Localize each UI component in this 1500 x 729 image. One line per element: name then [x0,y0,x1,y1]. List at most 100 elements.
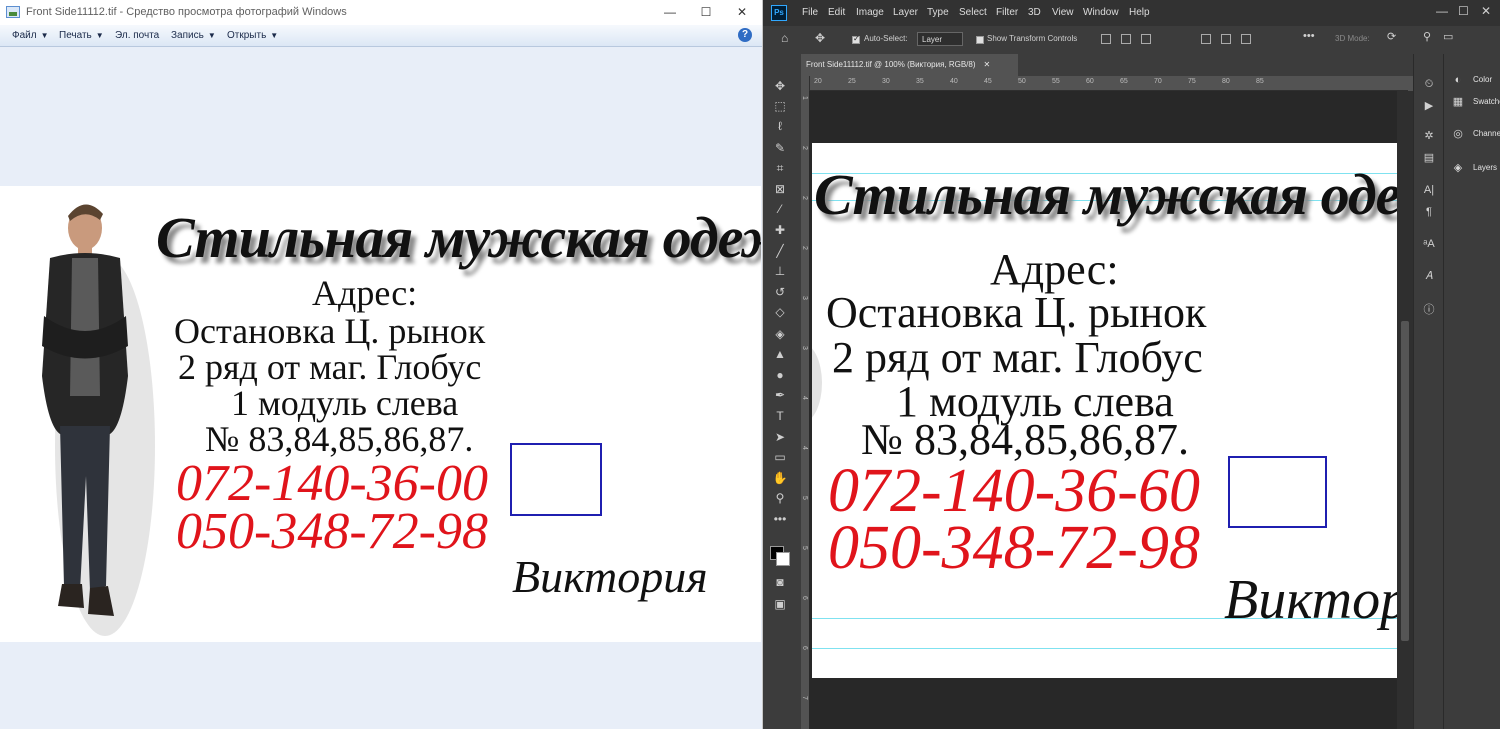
card-contact-name: Виктория [512,551,708,602]
pen-tool-icon[interactable]: ✒ [772,387,788,403]
viewer-maximize-button[interactable]: ☐ [688,0,724,25]
auto-select-label: Auto-Select: [864,34,908,43]
auto-select-target-dropdown[interactable]: Layer [917,32,963,46]
auto-select-checkbox[interactable] [852,34,860,44]
align-middle-icon[interactable] [1221,34,1231,44]
ps-menu-3d[interactable]: 3D [1028,7,1041,18]
align-center-icon[interactable] [1121,34,1131,44]
home-icon[interactable]: ⌂ [781,31,788,45]
history-brush-icon[interactable]: ↺ [772,284,788,300]
menu-burn[interactable]: Запись ▼ [171,30,216,41]
ruler-tick: 65 [1120,78,1128,85]
quick-select-tool-icon[interactable]: ✎ [772,140,788,156]
ps-menu-image[interactable]: Image [856,7,884,18]
menu-file-label: Файл [12,30,37,41]
chevron-down-icon: ▼ [95,31,104,40]
card-headline: Стильная мужская одежда [156,205,761,270]
ps-panel-dock: ⏲ ▶ ✲ ▤ A| ¶ ᵃA 𝐴 ⓘ [1413,54,1444,729]
3d-mode-label: 3D Mode: [1335,34,1370,43]
align-top-icon[interactable] [1201,34,1211,44]
paragraph-panel-icon[interactable]: ¶ [1421,204,1437,220]
ps-toolbar: ✥ ⬚ ℓ ✎ ⌗ ⊠ ⁄ ✚ ╱ ⊥ ↺ ◇ ◈ ▲ ● ✒ T ➤ ▭ ✋ … [763,54,802,729]
channels-icon: ◎ [1453,128,1463,140]
ps-menu-view[interactable]: View [1052,7,1074,18]
ps-document-canvas[interactable]: Стильная мужская одежда Адрес: Остановка… [812,143,1397,678]
ps-vertical-scrollbar[interactable] [1397,91,1413,729]
hand-tool-icon[interactable]: ✋ [772,470,788,486]
character-styles-icon[interactable]: ᵃA [1421,236,1437,252]
more-options-icon[interactable]: ••• [1303,30,1315,42]
eraser-tool-icon[interactable]: ◇ [772,304,788,320]
ruler-tick: 5 [801,496,808,500]
dodge-tool-icon[interactable]: ● [772,367,788,383]
viewer-close-button[interactable]: ✕ [724,0,760,25]
paint-bucket-icon[interactable]: ◈ [772,326,788,342]
ps-menu-layer[interactable]: Layer [893,7,918,18]
swatches-panel-tab[interactable]: ▦ Swatches [1444,92,1500,114]
man-photo-edge [812,343,822,423]
ps-minimize-button[interactable]: — [1436,4,1448,18]
3d-orbit-icon[interactable]: ⟳ [1387,30,1396,43]
blur-tool-icon[interactable]: ▲ [772,346,788,362]
ps-menu-select[interactable]: Select [959,7,987,18]
shape-tool-icon[interactable]: ▭ [772,449,788,465]
guide-line [812,648,1397,649]
ps-menu-file[interactable]: File [802,7,818,18]
move-tool-icon[interactable]: ✥ [815,31,825,45]
brush-tool-icon[interactable]: ╱ [772,243,788,259]
menu-email[interactable]: Эл. почта [115,30,159,41]
ps-menu-type[interactable]: Type [927,7,949,18]
glyphs-panel-icon[interactable]: 𝐴 [1421,268,1437,284]
type-tool-icon[interactable]: T [772,408,788,424]
background-color-swatch[interactable] [776,552,790,566]
stamp-tool-icon[interactable]: ⊥ [772,263,788,279]
ps-menu-edit[interactable]: Edit [828,7,845,18]
brush-settings-icon[interactable]: ✲ [1421,128,1437,144]
ps-menu-window[interactable]: Window [1083,7,1119,18]
character-panel-icon[interactable]: A| [1421,182,1437,198]
ps-menu-filter[interactable]: Filter [996,7,1018,18]
channels-panel-tab[interactable]: ◎ Channels [1444,124,1500,146]
lasso-tool-icon[interactable]: ℓ [772,118,788,134]
ps-menu-help[interactable]: Help [1129,7,1150,18]
menu-print[interactable]: Печать ▼ [59,30,104,41]
ruler-tick: 25 [848,78,856,85]
viewer-minimize-button[interactable]: — [652,0,688,25]
frame-tool-icon[interactable]: ⊠ [772,181,788,197]
more-tools-icon[interactable]: ••• [772,511,788,527]
info-panel-icon[interactable]: ⓘ [1421,302,1437,318]
workspace-icon[interactable]: ▭ [1443,30,1453,43]
eyedropper-tool-icon[interactable]: ⁄ [772,201,788,217]
marquee-tool-icon[interactable]: ⬚ [772,98,788,114]
color-panel-tab[interactable]: ◐ Color [1444,70,1500,92]
zoom-tool-icon[interactable]: ⚲ [772,490,788,506]
search-icon[interactable]: ⚲ [1423,30,1431,43]
align-bottom-icon[interactable] [1241,34,1251,44]
ps-document-tab-title: Front Side11112.tif @ 100% (Виктория, RG… [806,60,976,69]
ruler-tick: 35 [916,78,924,85]
align-right-icon[interactable] [1141,34,1151,44]
healing-tool-icon[interactable]: ✚ [772,222,788,238]
quick-mask-icon[interactable]: ◙ [772,574,788,590]
ruler-tick: 85 [1256,78,1264,85]
help-icon[interactable]: ? [738,28,752,42]
layers-panel-tab[interactable]: ◈ Layers [1444,158,1500,180]
path-select-icon[interactable]: ➤ [772,429,788,445]
actions-panel-icon[interactable]: ▶ [1421,98,1437,114]
scrollbar-thumb[interactable] [1401,321,1409,641]
align-left-icon[interactable] [1101,34,1111,44]
close-icon[interactable]: ✕ [984,60,991,69]
screen-mode-icon[interactable]: ▣ [772,596,788,612]
ps-close-button[interactable]: ✕ [1481,4,1491,18]
menu-open[interactable]: Открыть ▼ [227,30,278,41]
auto-select-target-value: Layer [922,35,943,44]
history-panel-icon[interactable]: ⏲ [1421,76,1437,92]
brushes-panel-icon[interactable]: ▤ [1421,150,1437,166]
transform-controls-checkbox[interactable] [976,36,984,44]
color-palette-icon: ◐ [1454,74,1462,86]
move-tool-icon[interactable]: ✥ [772,78,788,94]
menu-email-label: Эл. почта [115,30,160,41]
crop-tool-icon[interactable]: ⌗ [772,160,788,176]
menu-file[interactable]: Файл ▼ [12,30,49,41]
ps-maximize-button[interactable]: ☐ [1458,4,1469,18]
